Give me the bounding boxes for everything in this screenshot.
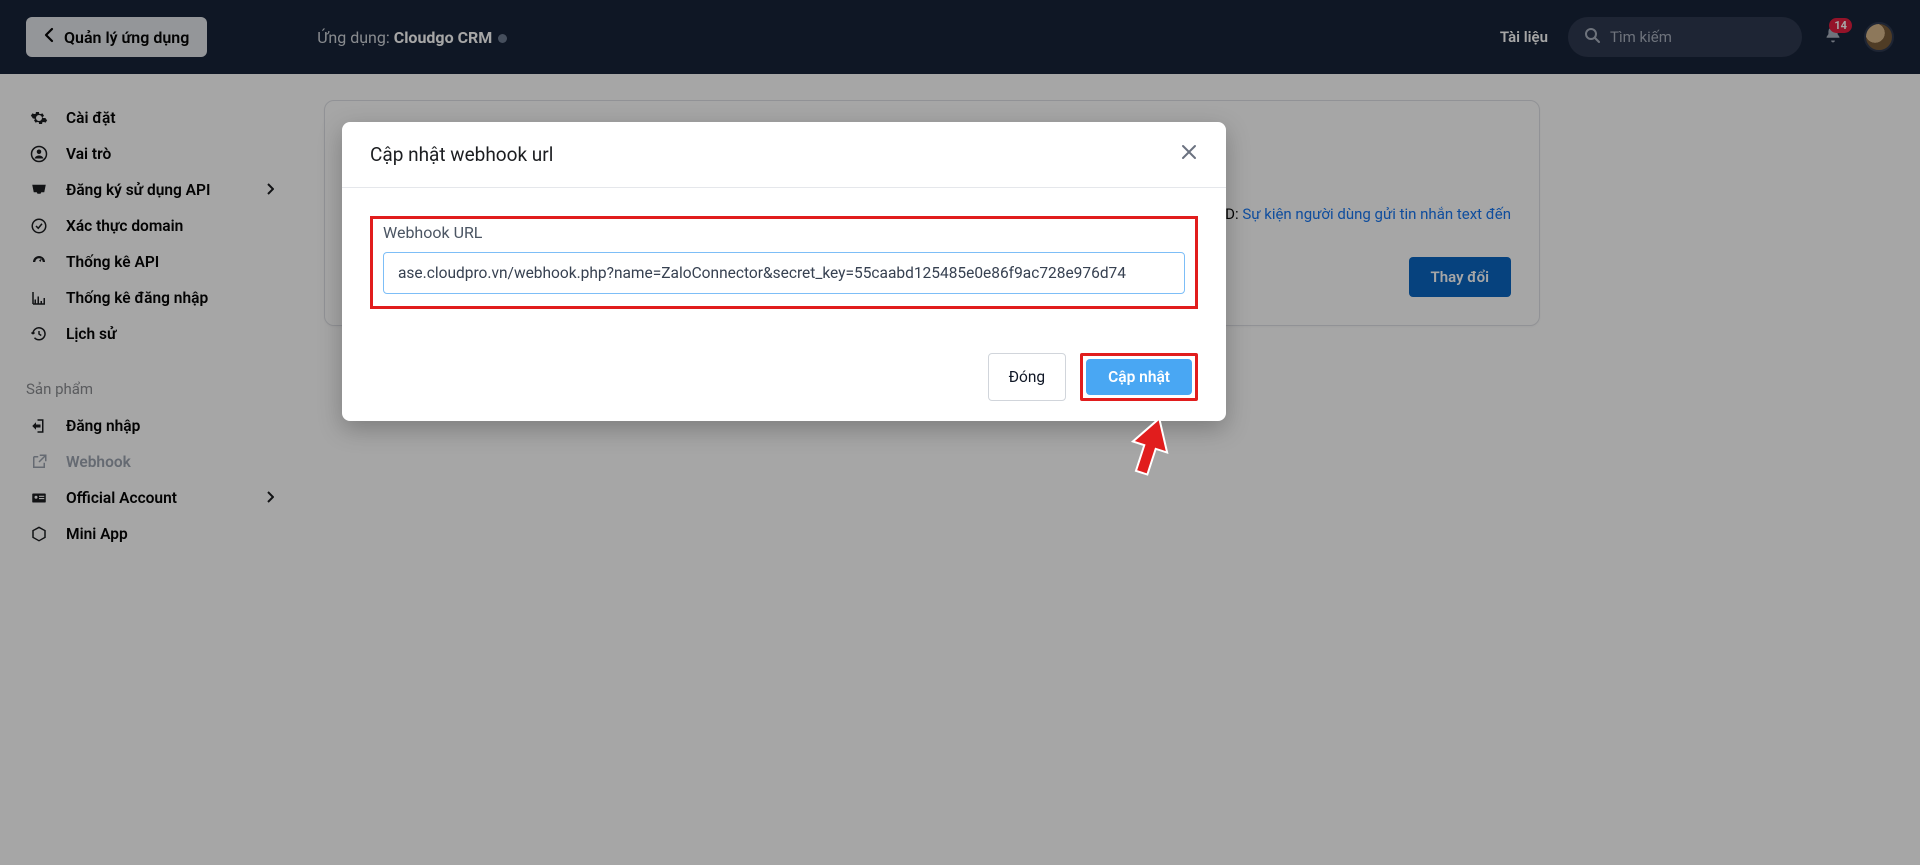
modal-title: Cập nhật webhook url — [370, 143, 553, 166]
close-button[interactable]: Đóng — [988, 353, 1067, 401]
webhook-url-label: Webhook URL — [383, 223, 1185, 242]
modal-footer: Đóng Cập nhật — [342, 337, 1226, 421]
modal-header: Cập nhật webhook url — [342, 122, 1226, 188]
update-button[interactable]: Cập nhật — [1086, 359, 1192, 395]
update-webhook-modal: Cập nhật webhook url Webhook URL Đóng Cậ… — [342, 122, 1226, 421]
close-icon[interactable] — [1180, 142, 1198, 167]
webhook-url-input[interactable] — [383, 252, 1185, 294]
modal-body: Webhook URL — [342, 188, 1226, 337]
update-highlight: Cập nhật — [1080, 353, 1198, 401]
highlight-box: Webhook URL — [370, 216, 1198, 309]
